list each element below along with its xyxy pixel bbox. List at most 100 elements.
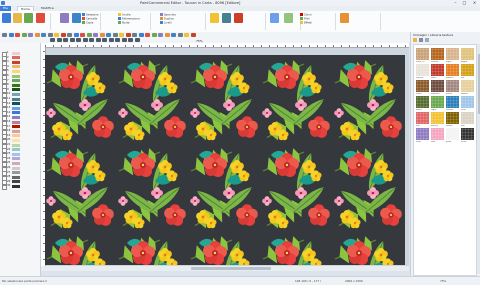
toolbar-option-icon[interactable] [70,38,75,42]
toolbar-tool-icon[interactable] [9,33,14,37]
ribbon-button-10[interactable] [270,13,279,23]
toolbar-tool-icon[interactable] [22,33,27,37]
texture-thumbnail[interactable]: rosso [431,64,444,76]
toolbar-option-icon[interactable] [122,38,127,42]
layer-row[interactable]: 6 [1,74,38,78]
texture-thumbnail[interactable]: paglia [461,48,474,60]
texture-thumbnail[interactable]: arancio [446,64,459,76]
texture-thumbnail[interactable]: lino [461,112,474,124]
toolbar-tool-icon[interactable] [165,33,170,37]
layer-row[interactable]: 10 [1,92,38,96]
toolbar-option-icon[interactable] [135,38,140,42]
ribbon-small-button[interactable]: Ridimensiona [118,17,140,20]
ribbon-small-button[interactable]: Effetti [300,21,312,24]
layer-row[interactable]: 22 [1,148,38,152]
ribbon-small-button[interactable]: Copia [82,21,93,24]
texture-thumbnail[interactable]: rosa [431,128,444,140]
toolbar-tool-icon[interactable] [28,33,33,37]
grid-icon[interactable] [419,38,423,42]
ribbon-button-2[interactable] [13,13,22,23]
ribbon-button-9[interactable] [234,13,243,23]
layer-row[interactable]: 15 [1,115,38,119]
toolbar-tool-icon[interactable] [106,33,111,37]
toolbar-tool-icon[interactable] [35,33,40,37]
layer-row[interactable]: 11 [1,97,38,101]
ribbon-button-8[interactable] [222,13,231,23]
layer-row[interactable]: 30 [1,184,38,188]
texture-thumbnail[interactable]: oceano [446,96,459,108]
texture-thumbnail[interactable]: tessuto [431,48,444,60]
horizontal-scroll-thumb[interactable] [191,267,271,270]
texture-thumbnail[interactable]: tribale [446,112,459,124]
texture-thumbnail[interactable]: cielo [461,96,474,108]
texture-thumbnail[interactable]: pizzo [446,128,459,140]
toolbar-tool-icon[interactable] [41,33,46,37]
toolbar-tool-icon[interactable] [80,33,85,37]
texture-thumbnail[interactable]: fiori [416,112,429,124]
toolbar-tool-icon[interactable] [74,33,79,37]
toolbar-tool-icon[interactable] [15,33,20,37]
ribbon-small-button[interactable]: Filtri [300,17,310,20]
texture-thumbnail[interactable]: carta_01 [416,48,429,60]
texture-thumbnail[interactable]: scuro [461,128,474,140]
toolbar-tool-icon[interactable] [113,33,118,37]
ribbon-button-11[interactable] [284,13,293,23]
ribbon-button-4[interactable] [36,13,45,23]
texture-thumbnail[interactable]: bosco [416,96,429,108]
layer-row[interactable]: 3 [1,60,38,64]
ribbon-small-button[interactable]: Colori [300,13,312,16]
ribbon-small-button[interactable]: Specchia [160,13,176,16]
texture-thumbnail[interactable]: pietra [446,80,459,92]
layer-row[interactable]: 16 [1,120,38,124]
horizontal-scrollbar[interactable] [41,266,409,271]
toolbar-option-icon[interactable] [76,38,81,42]
toolbar-tool-icon[interactable] [54,33,59,37]
toolbar-tool-icon[interactable] [132,33,137,37]
ribbon-small-button[interactable]: Ruota [118,21,130,24]
toolbar-tool-icon[interactable] [93,33,98,37]
layer-row[interactable]: 13 [1,106,38,110]
toolbar-option-icon[interactable] [115,38,120,42]
toolbar-tool-icon[interactable] [158,33,163,37]
texture-thumbnail[interactable]: marmo [416,64,429,76]
ribbon-button-1[interactable] [2,13,11,23]
texture-thumbnail[interactable]: cuoio [416,80,429,92]
toolbar-tool-icon[interactable] [126,33,131,37]
texture-thumbnail[interactable]: viola [416,128,429,140]
toolbar-tool-icon[interactable] [48,33,53,37]
texture-thumbnail[interactable]: sabbia [461,80,474,92]
layer-row[interactable]: 27 [1,171,38,175]
ribbon-button-7[interactable] [210,13,219,23]
layer-row[interactable]: 25 [1,161,38,165]
ribbon-small-button[interactable]: Seleziona [82,13,98,16]
ribbon-small-button[interactable]: Livelli [160,21,171,24]
texture-thumbnail[interactable]: motivo [431,112,444,124]
toolbar-tool-icon[interactable] [139,33,144,37]
layer-row[interactable]: 28 [1,175,38,179]
toolbar-tool-icon[interactable] [119,33,124,37]
toolbar-option-icon[interactable] [63,38,68,42]
toolbar-tool-icon[interactable] [191,33,196,37]
toolbar-option-icon[interactable] [109,38,114,42]
ribbon-button-5[interactable] [60,13,69,23]
ribbon-small-button[interactable]: Duplica [160,17,174,20]
texture-thumbnail[interactable]: mosaico [431,80,444,92]
layer-row[interactable]: 20 [1,138,38,142]
list-icon[interactable] [425,38,429,42]
texture-thumbnail[interactable]: oro [461,64,474,76]
ribbon-small-button[interactable]: Incolla [118,13,130,16]
layer-row[interactable]: 26 [1,166,38,170]
layer-row[interactable]: 23 [1,152,38,156]
toolbar-tool-icon[interactable] [87,33,92,37]
toolbar-tool-icon[interactable] [145,33,150,37]
layer-row[interactable]: 1 [1,51,38,55]
layer-row[interactable]: 21 [1,143,38,147]
layer-row[interactable]: 18 [1,129,38,133]
layer-row[interactable]: 8 [1,83,38,87]
toolbar-tool-icon[interactable] [171,33,176,37]
layer-row[interactable]: 12 [1,102,38,106]
toolbar-tool-icon[interactable] [61,33,66,37]
layer-row[interactable]: 5 [1,69,38,73]
toolbar-option-icon[interactable] [57,38,62,42]
toolbar-option-icon[interactable] [96,38,101,42]
